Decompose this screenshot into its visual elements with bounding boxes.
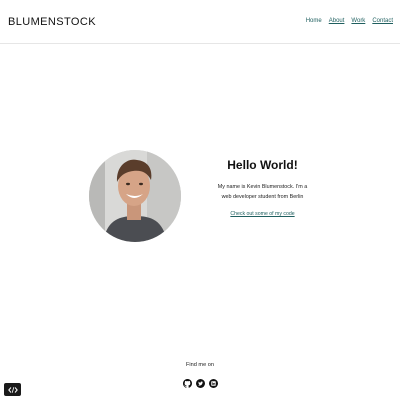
find-me-label: Find me on bbox=[186, 362, 214, 368]
nav-home[interactable]: Home bbox=[306, 18, 322, 24]
site-header: BLUMENSTOCK Home About Work Contact bbox=[0, 0, 400, 44]
nav-work[interactable]: Work bbox=[351, 18, 365, 24]
code-icon bbox=[7, 386, 18, 393]
intro-section: Hello World! My name is Kevin Blumenstoc… bbox=[200, 158, 325, 220]
site-footer: Find me on bbox=[0, 362, 400, 388]
linkedin-icon[interactable] bbox=[208, 375, 218, 388]
code-link[interactable]: Check out some of my code bbox=[230, 211, 294, 217]
page-title: Hello World! bbox=[227, 158, 298, 172]
twitter-icon[interactable] bbox=[195, 375, 205, 388]
intro-line-2: web developer student from Berlin bbox=[221, 194, 304, 200]
profile-photo bbox=[89, 150, 181, 242]
social-links bbox=[0, 375, 400, 388]
brand-logo[interactable]: BLUMENSTOCK bbox=[8, 16, 96, 28]
nav-contact[interactable]: Contact bbox=[372, 18, 393, 24]
main-nav: Home About Work Contact bbox=[306, 18, 393, 24]
nav-about[interactable]: About bbox=[329, 18, 345, 24]
github-icon[interactable] bbox=[182, 375, 192, 388]
toggle-code-button[interactable] bbox=[4, 383, 21, 396]
intro-line-1: My name is Kevin Blumenstock. I'm a bbox=[217, 184, 308, 190]
